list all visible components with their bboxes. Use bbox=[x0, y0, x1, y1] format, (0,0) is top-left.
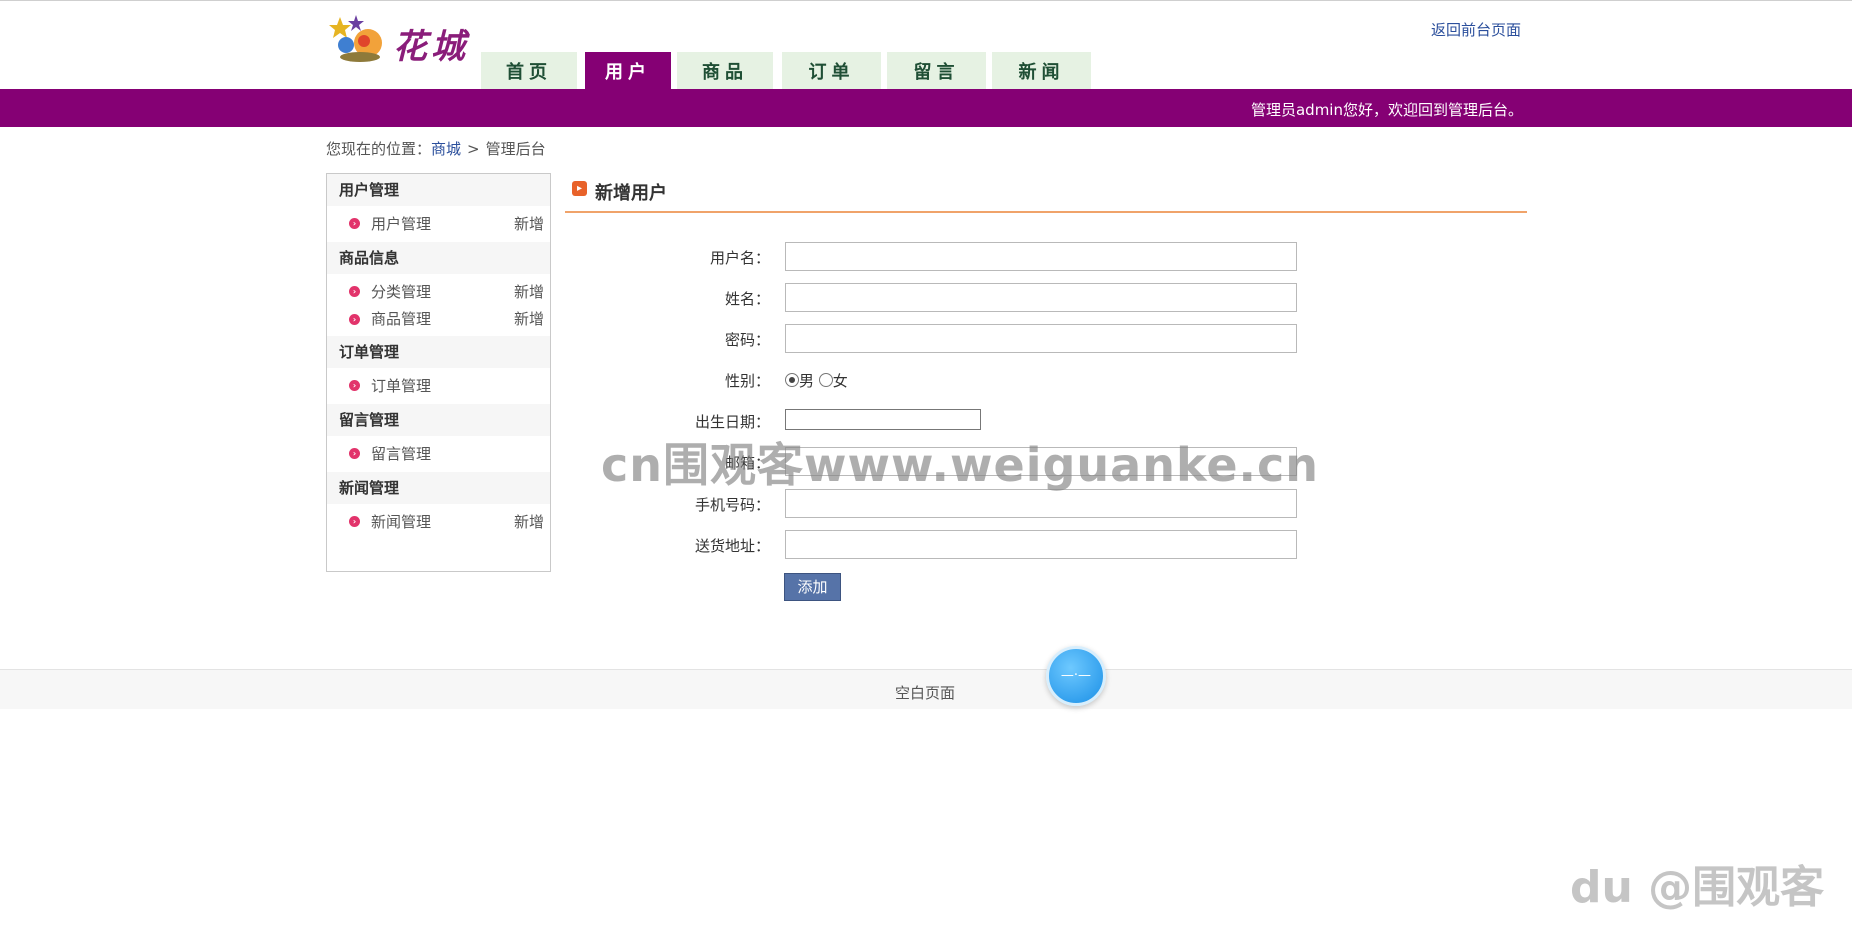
sidebar-item-order-manage-link[interactable]: 订单管理 bbox=[371, 377, 431, 395]
sidebar-item-news-manage: › 新闻管理 新增 bbox=[327, 504, 550, 540]
sidebar-item-message-manage: › 留言管理 bbox=[327, 436, 550, 472]
sidebar-item-message-manage-link[interactable]: 留言管理 bbox=[371, 445, 431, 463]
nav-tab-products[interactable]: 商品 bbox=[677, 52, 773, 90]
sidebar-category-add-link[interactable]: 新增 bbox=[514, 274, 544, 310]
address-input[interactable] bbox=[785, 530, 1297, 559]
sidebar-item-order-manage: › 订单管理 bbox=[327, 368, 550, 404]
address-label: 送货地址： bbox=[694, 537, 770, 555]
chevron-right-icon: › bbox=[349, 448, 360, 459]
sidebar-item-user-manage-link[interactable]: 用户管理 bbox=[371, 215, 431, 233]
form-row-name: 姓名： bbox=[565, 282, 1365, 314]
corner-watermark: du @围观客 bbox=[1570, 862, 1825, 913]
name-label: 姓名： bbox=[724, 290, 770, 308]
gender-male-radio[interactable] bbox=[785, 373, 799, 387]
nav-tab-users[interactable]: 用户 bbox=[585, 52, 671, 90]
form-row-address: 送货地址： bbox=[565, 529, 1365, 561]
sidebar-user-add-link[interactable]: 新增 bbox=[514, 206, 544, 242]
sidebar-item-news-manage-link[interactable]: 新闻管理 bbox=[371, 513, 431, 531]
chevron-right-icon: › bbox=[349, 380, 360, 391]
gender-label: 性别： bbox=[724, 372, 770, 390]
sidebar-section-orders: 订单管理 bbox=[327, 336, 550, 368]
sidebar: 用户管理 › 用户管理 新增 商品信息 › 分类管理 新增 › 商品管理 新增 … bbox=[326, 173, 551, 572]
breadcrumb-prefix: 您现在的位置： bbox=[326, 140, 432, 158]
chevron-right-icon: › bbox=[349, 286, 360, 297]
nav-tab-news[interactable]: 新闻 bbox=[992, 52, 1091, 90]
sidebar-item-product-manage: › 商品管理 新增 bbox=[327, 306, 550, 336]
sidebar-section-messages: 留言管理 bbox=[327, 404, 550, 436]
page-title: 新增用户 bbox=[595, 183, 667, 204]
breadcrumb-current: 管理后台 bbox=[485, 140, 546, 158]
back-to-front-link[interactable]: 返回前台页面 bbox=[1431, 19, 1521, 40]
chevron-right-icon: › bbox=[349, 516, 360, 527]
nav-tab-home[interactable]: 首页 bbox=[481, 52, 577, 90]
welcome-bar: 管理员admin您好，欢迎回到管理后台。 bbox=[0, 89, 1852, 127]
sidebar-item-category-manage: › 分类管理 新增 bbox=[327, 274, 550, 310]
sidebar-item-product-manage-link[interactable]: 商品管理 bbox=[371, 310, 431, 328]
arrow-right-icon: ▸ bbox=[572, 181, 587, 196]
footer-text: 空白页面 bbox=[895, 684, 956, 702]
breadcrumb: 您现在的位置：商城 > 管理后台 bbox=[326, 138, 546, 159]
nav-tab-messages[interactable]: 留言 bbox=[887, 52, 986, 90]
phone-label: 手机号码： bbox=[694, 496, 770, 514]
password-label: 密码： bbox=[724, 331, 770, 349]
sidebar-news-add-link[interactable]: 新增 bbox=[514, 504, 544, 540]
gender-radio-group: 男 女 bbox=[785, 370, 848, 391]
username-label: 用户名： bbox=[709, 249, 770, 267]
gender-female-radio[interactable] bbox=[818, 373, 833, 387]
sidebar-item-user-manage: › 用户管理 新增 bbox=[327, 206, 550, 242]
form-row-password: 密码： bbox=[565, 323, 1365, 355]
floating-assistant-button[interactable]: —·— bbox=[1046, 646, 1106, 706]
logo[interactable]: 花城 bbox=[326, 11, 476, 67]
form-row-username: 用户名： bbox=[565, 241, 1365, 273]
sidebar-section-users: 用户管理 bbox=[327, 174, 550, 206]
chevron-right-icon: › bbox=[349, 314, 360, 325]
add-button[interactable]: 添加 bbox=[784, 573, 841, 601]
page-title-bar: ▸ 新增用户 bbox=[565, 173, 1527, 213]
logo-text: 花城 bbox=[393, 27, 469, 67]
watermark: cn围观客www.weiguanke.cn bbox=[601, 438, 1320, 492]
app-window: 花城 首页 用户 商品 订单 留言 新闻 返回前台页面 管理员admin您好，欢… bbox=[0, 0, 1852, 942]
breadcrumb-separator: > bbox=[467, 140, 480, 158]
chevron-right-icon: › bbox=[349, 218, 360, 229]
gender-female-label: 女 bbox=[832, 372, 848, 390]
welcome-text: 管理员admin您好，欢迎回到管理后台。 bbox=[1250, 101, 1523, 119]
form-row-gender: 性别： 男 女 bbox=[565, 364, 1365, 396]
birthday-input[interactable] bbox=[785, 409, 981, 430]
sidebar-section-news: 新闻管理 bbox=[327, 472, 550, 504]
gender-male-label: 男 bbox=[799, 372, 815, 390]
nav-tab-orders[interactable]: 订单 bbox=[782, 52, 881, 90]
flower-logo-icon bbox=[329, 15, 382, 62]
sidebar-item-category-manage-link[interactable]: 分类管理 bbox=[371, 283, 431, 301]
name-input[interactable] bbox=[785, 283, 1297, 312]
breadcrumb-home-link[interactable]: 商城 bbox=[431, 140, 461, 158]
sidebar-product-add-link[interactable]: 新增 bbox=[514, 306, 544, 332]
float-ball-label: —·— bbox=[1060, 668, 1092, 683]
password-input[interactable] bbox=[785, 324, 1297, 353]
username-input[interactable] bbox=[785, 242, 1297, 271]
sidebar-section-products: 商品信息 bbox=[327, 242, 550, 274]
footer: 空白页面 bbox=[0, 669, 1852, 709]
